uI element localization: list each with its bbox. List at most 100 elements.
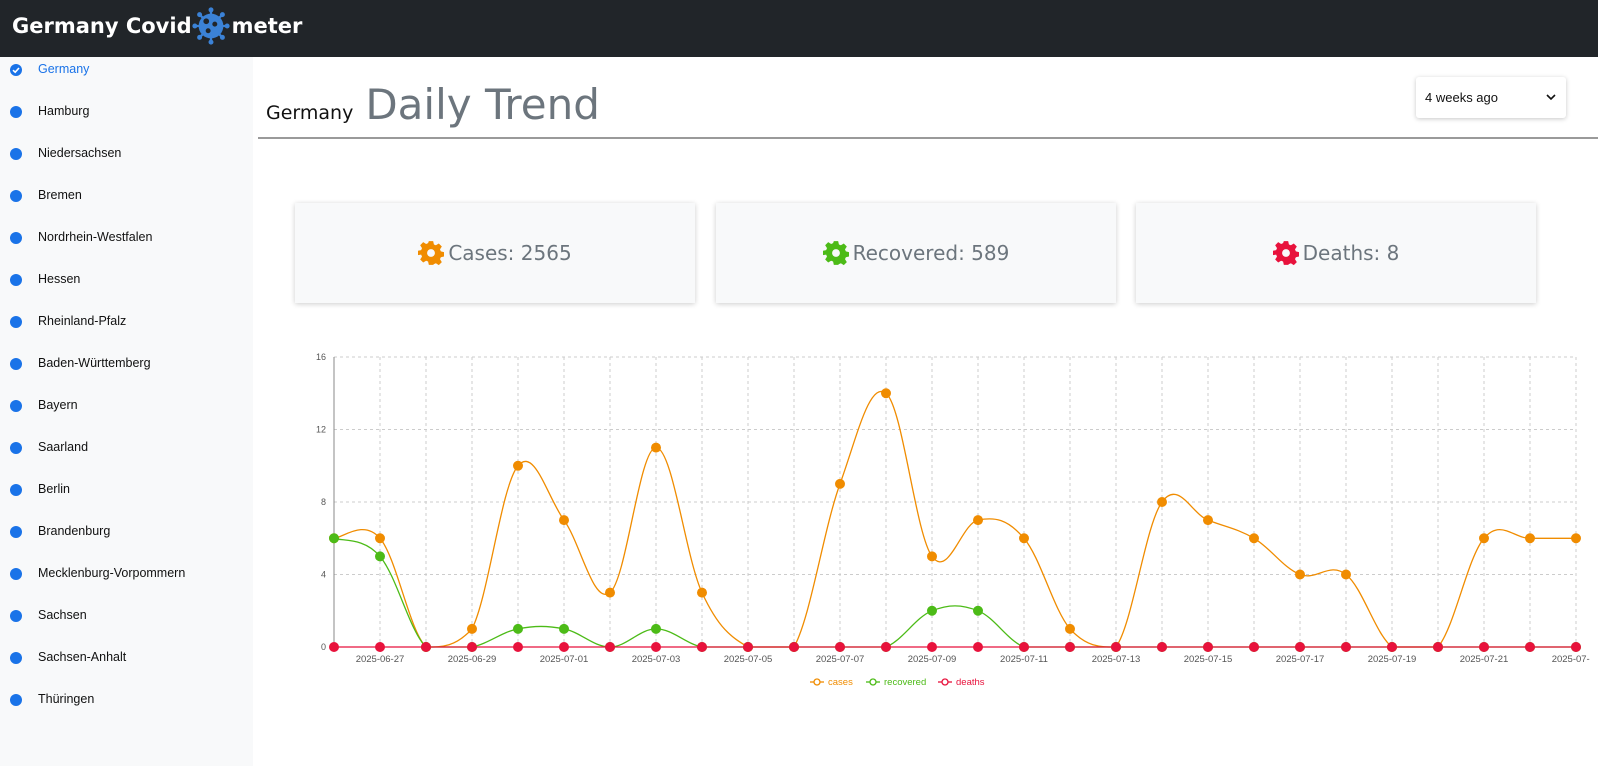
bullet-dot-icon: [10, 652, 22, 664]
legend-marker-cases: [813, 678, 821, 686]
deaths-data-point: [605, 642, 615, 652]
deaths-data-point: [1433, 642, 1443, 652]
cases-data-point: [1571, 533, 1581, 544]
sidebar-item-brandenburg[interactable]: Brandenburg: [0, 520, 253, 544]
sidebar-item-berlin[interactable]: Berlin: [0, 478, 253, 502]
sidebar-item-label: Sachsen-Anhalt: [38, 650, 127, 664]
sidebar-item-label: Germany: [38, 62, 90, 76]
x-tick-label: 2025-07-17: [1276, 654, 1325, 665]
recovered-data-point: [513, 623, 523, 634]
region-sidebar: Germany Hamburg Niedersachsen Bremen Nordrhe…: [0, 57, 253, 766]
page-title-main: Daily Trend: [365, 80, 600, 129]
deaths-data-point: [789, 642, 799, 652]
sidebar-item-label: Saarland: [38, 440, 89, 454]
x-tick-label: 2025-07-03: [632, 654, 681, 665]
cases-data-point: [835, 478, 845, 489]
sidebar-item-hessen[interactable]: Hessen: [0, 268, 253, 292]
deaths-data-point: [697, 642, 707, 652]
app-brand[interactable]: Germany Covid meter: [12, 7, 302, 45]
cases-data-point: [1525, 533, 1535, 544]
bullet-dot-icon: [10, 148, 22, 160]
daily-trend-chart: 0 4 8 12 16 2025-06-27 2025-06-29 2025-07-01 202…: [316, 352, 1590, 688]
bullet-dot-icon: [10, 694, 22, 706]
recovered-data-point: [375, 551, 385, 562]
bullet-dot-icon: [10, 610, 22, 622]
sidebar-item-baden-wuerttemberg[interactable]: Baden-Württemberg: [0, 352, 253, 376]
sidebar-item-germany[interactable]: Germany: [0, 58, 253, 82]
deaths-data-point: [375, 642, 385, 652]
y-tick-label: 8: [321, 497, 326, 507]
brand-title-left: Germany Covid: [12, 14, 192, 38]
recovered-card: Recovered: 589: [716, 203, 1116, 303]
sidebar-item-nordrhein-westfalen[interactable]: Nordrhein-Westfalen: [0, 226, 253, 250]
cases-data-point: [375, 533, 385, 544]
sidebar-item-label: Nordrhein-Westfalen: [38, 230, 153, 244]
sidebar-item-label: Bayern: [38, 398, 78, 412]
chevron-down-icon: [1546, 94, 1556, 101]
deaths-card: Deaths: 8: [1136, 203, 1536, 303]
sidebar-item-label: Thüringen: [38, 692, 95, 706]
x-tick-label: 2025-06-29: [448, 654, 497, 665]
y-tick-label: 16: [316, 352, 326, 362]
sidebar-item-thueringen[interactable]: Thüringen: [0, 688, 253, 712]
y-tick-label: 12: [316, 425, 326, 435]
deaths-total: Deaths: 8: [1302, 241, 1400, 265]
deaths-data-point: [1479, 642, 1489, 652]
y-tick-label: 4: [321, 570, 326, 580]
x-tick-label: 2025-07-13: [1092, 654, 1141, 665]
header-divider: [258, 137, 1598, 139]
bullet-dot-icon: [10, 106, 22, 118]
cases-total: Cases: 2565: [448, 241, 572, 265]
period-select[interactable]: 4 weeks ago: [1416, 77, 1566, 118]
cases-data-point: [1249, 533, 1259, 544]
sidebar-item-label: Baden-Württemberg: [38, 356, 151, 370]
legend-marker-recovered: [869, 678, 877, 686]
recovered-data-point: [329, 533, 339, 544]
deaths-data-point: [1249, 642, 1259, 652]
legend-label-recovered: recovered: [884, 677, 926, 688]
deaths-data-point: [973, 642, 983, 652]
sidebar-item-hamburg[interactable]: Hamburg: [0, 100, 253, 124]
cases-data-point: [1341, 569, 1351, 580]
sidebar-item-sachsen[interactable]: Sachsen: [0, 604, 253, 628]
sidebar-item-mecklenburg-vorpommern[interactable]: Mecklenburg-Vorpommern: [0, 562, 253, 586]
sidebar-item-rheinland-pfalz[interactable]: Rheinland-Pfalz: [0, 310, 253, 334]
top-navbar: Germany Covid meter: [0, 0, 1598, 57]
sidebar-item-niedersachsen[interactable]: Niedersachsen: [0, 142, 253, 166]
deaths-data-point: [1525, 642, 1535, 652]
x-tick-label: 2025-07-11: [1000, 654, 1048, 665]
gear-icon-deaths: [1272, 241, 1299, 266]
sidebar-item-sachsen-anhalt[interactable]: Sachsen-Anhalt: [0, 646, 253, 670]
deaths-data-point: [1295, 642, 1305, 652]
cases-data-point: [467, 623, 477, 634]
cases-data-point: [1157, 497, 1167, 507]
x-tick-label: 2025-07-15: [1184, 654, 1233, 665]
gear-icon-cases: [418, 241, 445, 266]
sidebar-item-label: Hamburg: [38, 104, 90, 118]
deaths-data-point: [1019, 642, 1029, 652]
legend-label-deaths: deaths: [956, 677, 985, 688]
sidebar-item-bremen[interactable]: Bremen: [0, 184, 253, 208]
sidebar-item-label: Brandenburg: [38, 524, 111, 538]
deaths-data-point: [835, 642, 845, 652]
bullet-dot-icon: [10, 526, 22, 538]
cases-data-point: [927, 551, 937, 562]
virus-icon: [191, 7, 230, 45]
cases-data-point: [651, 442, 661, 453]
cases-data-point: [1065, 623, 1075, 634]
deaths-data-point: [1341, 642, 1351, 652]
sidebar-item-label: Rheinland-Pfalz: [38, 314, 127, 328]
deaths-data-point: [1571, 642, 1581, 652]
deaths-data-point: [1157, 642, 1167, 652]
x-tick-label: 2025-06-27: [356, 654, 405, 665]
cases-data-point: [1203, 515, 1213, 526]
cases-data-point: [697, 587, 707, 598]
recovered-data-point: [559, 623, 569, 634]
sidebar-item-saarland[interactable]: Saarland: [0, 436, 253, 460]
cases-data-point: [1019, 533, 1029, 544]
sidebar-item-label: Sachsen: [38, 608, 87, 622]
legend-marker-deaths: [941, 678, 949, 686]
sidebar-item-bayern[interactable]: Bayern: [0, 394, 253, 418]
deaths-data-point: [743, 642, 753, 652]
cases-data-point: [1479, 533, 1489, 544]
